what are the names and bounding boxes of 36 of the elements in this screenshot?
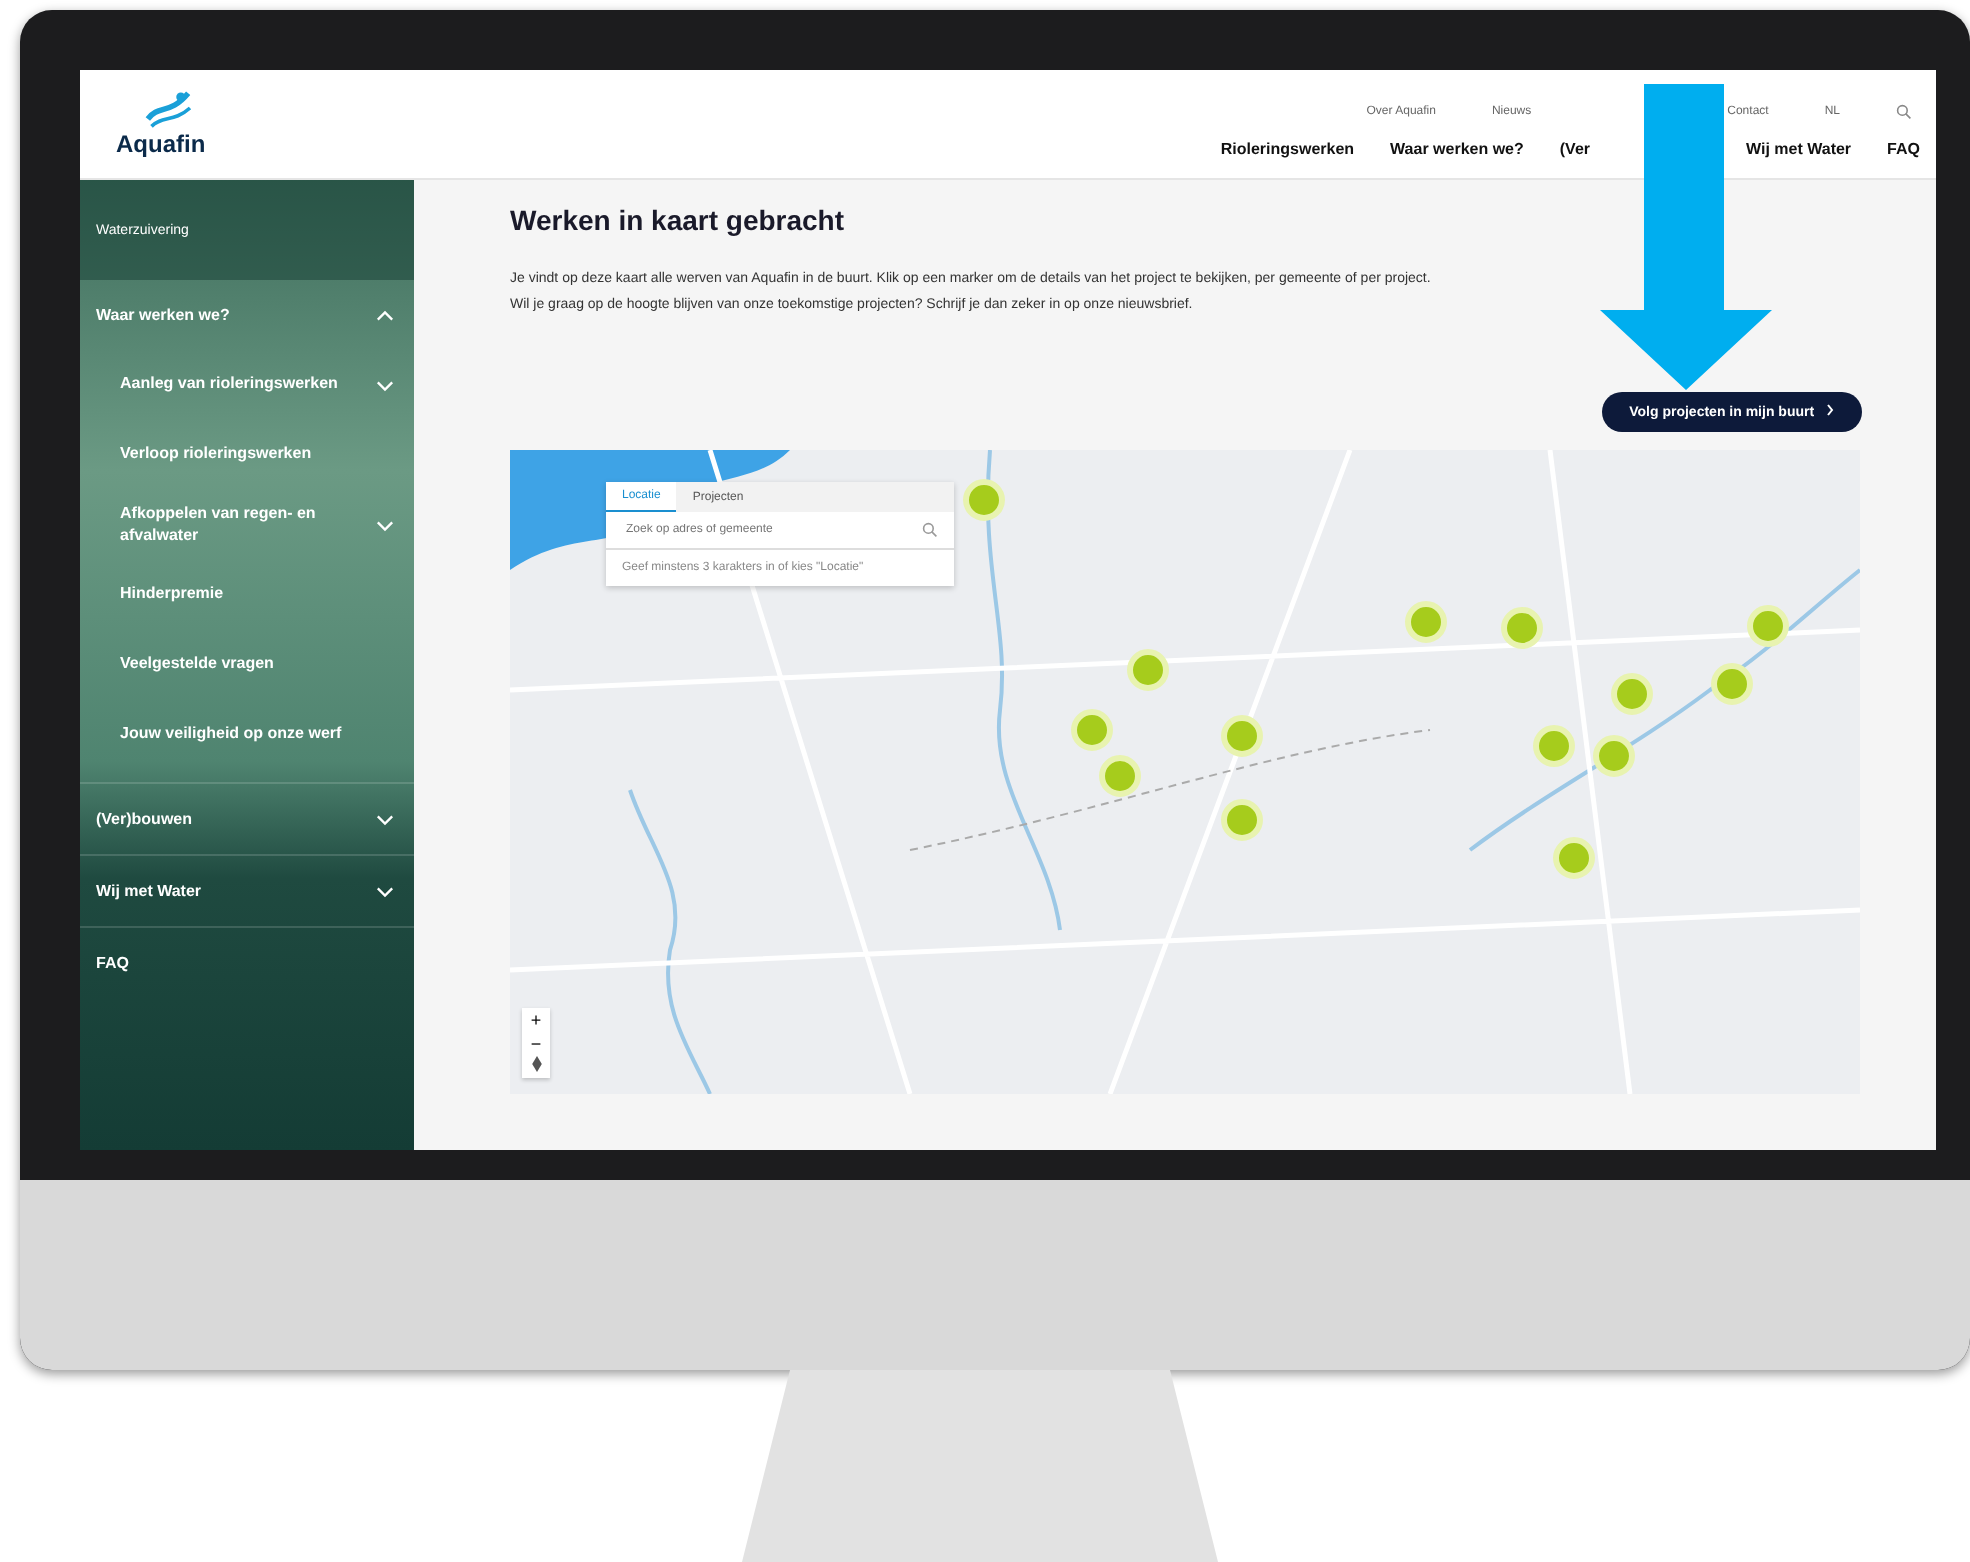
sidebar-subitem[interactable]: Jouw veiligheid op onze werf (120, 700, 394, 770)
map-marker[interactable] (1501, 607, 1543, 649)
down-arrow-icon (1600, 84, 1772, 390)
nav-link[interactable]: Rioleringswerken (1220, 140, 1355, 158)
map-marker[interactable] (1099, 755, 1141, 797)
compass-icon[interactable] (531, 1056, 541, 1072)
map-marker[interactable] (1127, 649, 1169, 691)
search-icon[interactable] (922, 522, 938, 538)
sidebar-item[interactable]: FAQ (80, 926, 414, 998)
search-icon[interactable] (1896, 104, 1912, 120)
map-marker[interactable] (1711, 663, 1753, 705)
page-title: Werken in kaart gebracht (510, 204, 847, 236)
zoom-button[interactable]: + (522, 1008, 550, 1032)
nav-link[interactable]: (Ver (1559, 140, 1591, 158)
map-marker[interactable] (963, 479, 1005, 521)
map-marker[interactable] (1221, 799, 1263, 841)
sidebar-subitem[interactable]: Aanleg van rioleringswerken (120, 350, 394, 420)
sidebar-item[interactable]: Waar werken we? (80, 280, 414, 350)
map-marker[interactable] (1611, 673, 1653, 715)
sidebar-subitem[interactable]: Veelgestelde vragen (120, 630, 394, 700)
nav-link[interactable]: Wij met Water (1746, 140, 1852, 158)
sidebar-subitem[interactable]: Hinderpremie (120, 560, 394, 630)
map-marker[interactable] (1593, 735, 1635, 777)
map-marker[interactable] (1533, 725, 1575, 767)
map-marker[interactable] (1221, 715, 1263, 757)
nav-link[interactable]: FAQ (1887, 140, 1920, 158)
map-marker[interactable] (1071, 709, 1113, 751)
map-marker[interactable] (1747, 605, 1789, 647)
sidebar-item[interactable]: Wij met Water (80, 854, 414, 926)
chevron-right-icon (1826, 404, 1834, 416)
sidebar-item[interactable]: (Ver)bouwen (80, 782, 414, 854)
map-marker[interactable] (1405, 601, 1447, 643)
zoom-button[interactable]: − (522, 1032, 550, 1056)
map-marker[interactable] (1553, 837, 1595, 879)
nav-link[interactable]: Waar werken we? (1390, 140, 1524, 158)
logo-wordmark[interactable]: Aquafin (116, 130, 206, 158)
